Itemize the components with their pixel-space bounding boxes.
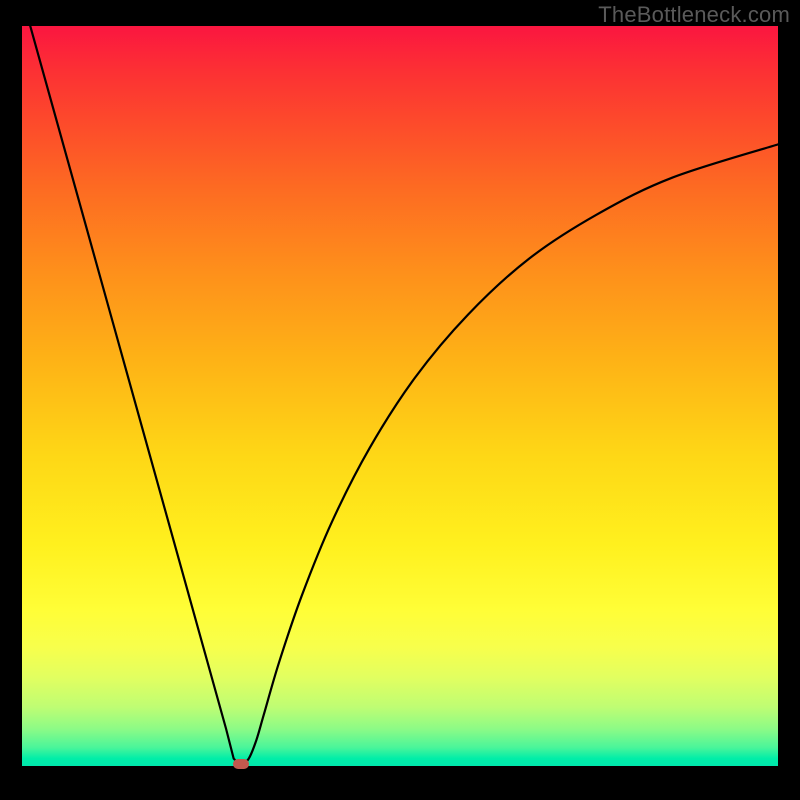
plot-bottom-border: [22, 766, 778, 778]
plot-gradient-background: [22, 26, 778, 766]
chart-frame: TheBottleneck.com: [0, 0, 800, 800]
watermark-text: TheBottleneck.com: [598, 2, 790, 28]
plot-outer: [22, 26, 778, 778]
